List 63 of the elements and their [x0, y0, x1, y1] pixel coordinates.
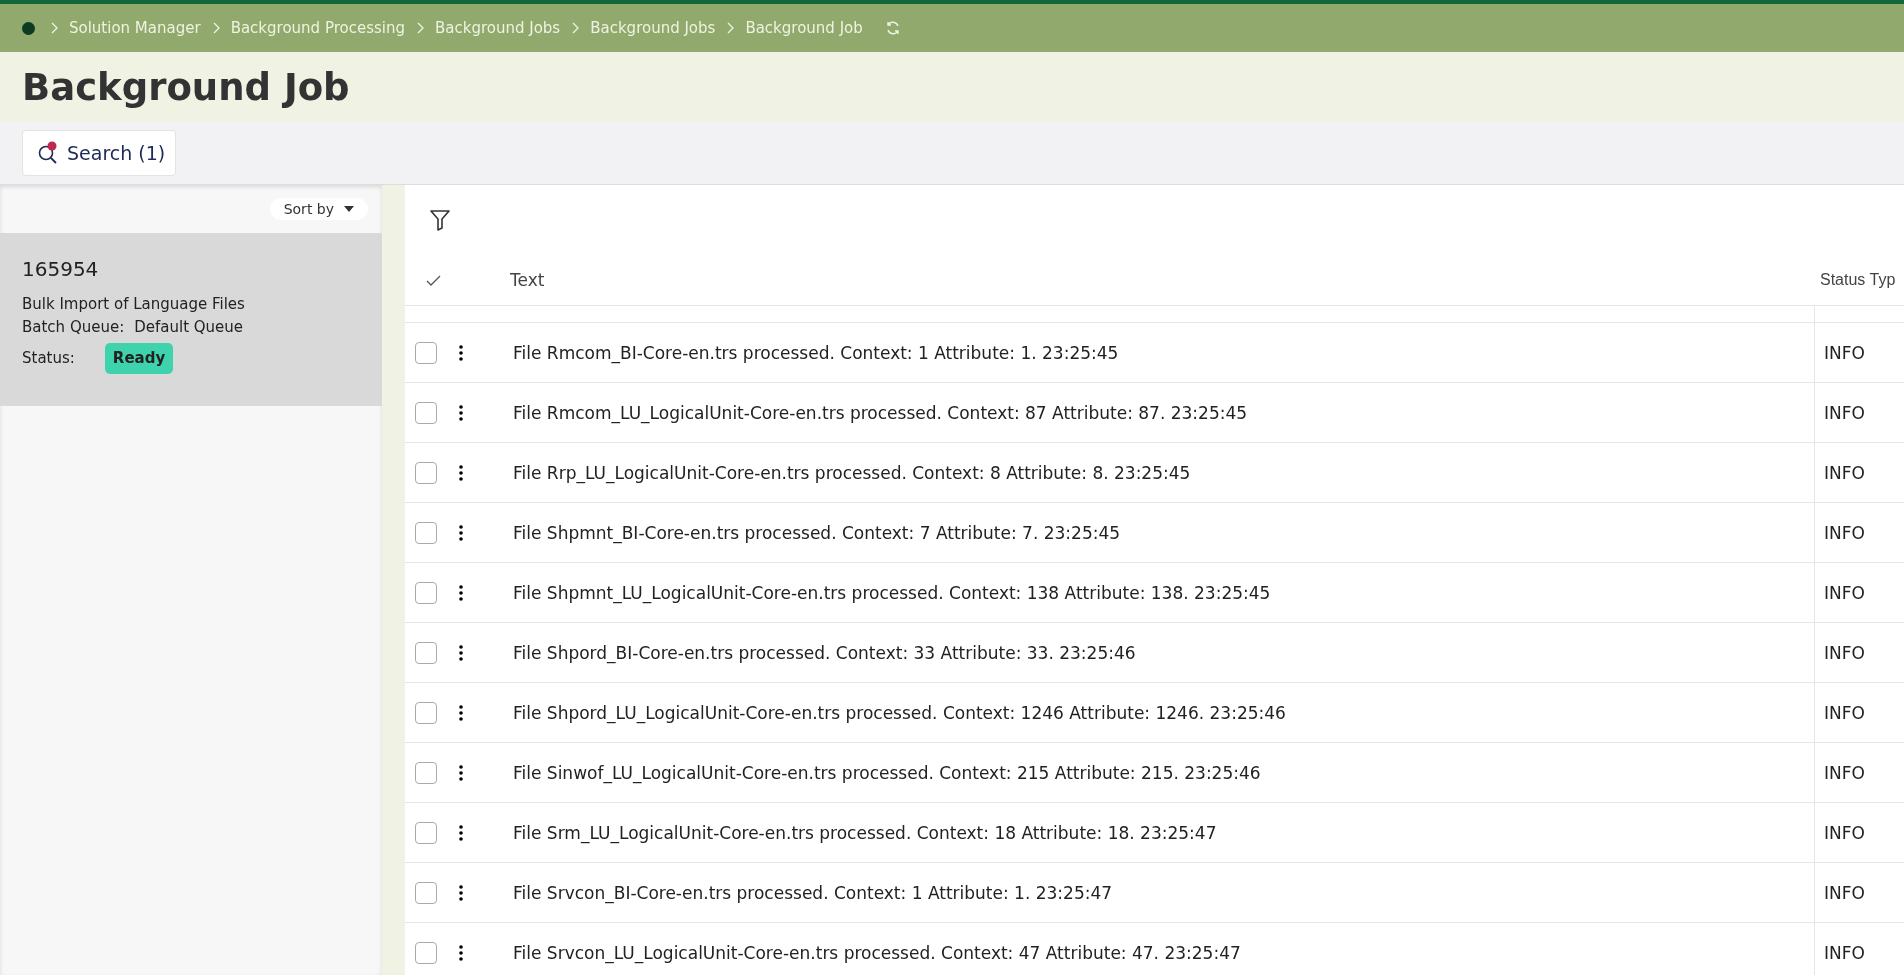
home-icon[interactable] — [22, 21, 35, 35]
row-checkbox[interactable] — [415, 341, 437, 364]
more-options-icon[interactable] — [459, 644, 463, 661]
table-cell-text: File Shpord_LU_LogicalUnit-Core-en.trs processed. Context: 1246 Attribute: 1246. 23:25:46 — [512, 702, 1287, 723]
queue-label: Batch Queue: — [22, 317, 125, 338]
table-cell-text: File Srvcon_LU_LogicalUnit-Core-en.trs processed. Context: 47 Attribute: 47. 23:25:47 — [512, 942, 1242, 963]
table-cell: INFO — [1824, 462, 1865, 483]
row-checkbox[interactable] — [415, 461, 437, 484]
more-options-icon[interactable] — [459, 824, 463, 841]
table-cell: INFO — [1824, 582, 1865, 603]
column-header[interactable]: Text — [510, 270, 1814, 290]
row-checkbox[interactable] — [415, 641, 437, 664]
table-cell: INFO — [1824, 822, 1865, 843]
row-checkbox[interactable] — [415, 401, 437, 424]
column-header[interactable]: Status Typ — [1814, 271, 1904, 289]
caret-icon — [344, 206, 354, 212]
chevron-icon — [570, 22, 581, 34]
table-cell-text: File Shpmnt_LU_LogicalUnit-Core-en.trs processed. Context: 138 Attribute: 138. 23:25:45 — [512, 582, 1272, 603]
more-options-icon[interactable] — [459, 344, 463, 361]
row-checkbox[interactable] — [415, 581, 437, 604]
sort-button[interactable]: Sort by — [269, 198, 368, 220]
table-cell-text: File Sinwof_LU_LogicalUnit-Core-en.trs processed. Context: 215 Attribute: 215. 23:25:46 — [512, 762, 1262, 783]
status-label: Status: — [22, 348, 75, 369]
more-options-icon[interactable] — [459, 524, 463, 541]
row-checkbox[interactable] — [415, 701, 437, 724]
chevron-icon — [415, 22, 425, 34]
search-button[interactable]: Search (1) — [22, 130, 177, 176]
table-cell-text: File Rmcom_BI-Core-en.trs processed. Context: 1 Attribute: 1. 23:25:45 — [512, 342, 1120, 363]
row-checkbox[interactable] — [415, 821, 437, 844]
table-cell: INFO — [1824, 882, 1865, 903]
job-card[interactable]: 165954 Bulk Import of Language Files Batch Queue: Default Queue Status: Ready — [0, 233, 382, 406]
more-options-icon[interactable] — [459, 704, 463, 721]
chevron-icon — [49, 22, 59, 34]
more-options-icon[interactable] — [459, 584, 463, 601]
filter-icon[interactable] — [429, 208, 451, 232]
row-checkbox[interactable] — [415, 761, 437, 784]
table-cell: INFO — [1824, 522, 1865, 543]
row-checkbox[interactable] — [415, 881, 437, 904]
table-cell-text: File Rrp_LU_LogicalUnit-Core-en.trs processed. Context: 8 Attribute: 8. 23:25:45 — [512, 462, 1192, 483]
queue-value: Default Queue — [134, 317, 244, 338]
table-cell-text: File Shpmnt_BI-Core-en.trs processed. Context: 7 Attribute: 7. 23:25:45 — [512, 522, 1122, 543]
table-cell: INFO — [1824, 402, 1865, 423]
table-cell: INFO — [1824, 942, 1865, 963]
table-cell: INFO — [1824, 702, 1865, 723]
table-cell-text: File Shpord_BI-Core-en.trs processed. Context: 33 Attribute: 33. 23:25:46 — [512, 642, 1137, 663]
status-badge: Ready — [104, 343, 174, 374]
table-cell-text: File Rmcom_LU_LogicalUnit-Core-en.trs processed. Context: 87 Attribute: 87. 23:25:45 — [512, 402, 1249, 423]
row-checkbox[interactable] — [415, 521, 437, 544]
table-cell: INFO — [1824, 642, 1865, 663]
more-options-icon[interactable] — [459, 764, 463, 781]
table-cell-text: File Srm_LU_LogicalUnit-Core-en.trs processed. Context: 18 Attribute: 18. 23:25:47 — [512, 822, 1218, 843]
chevron-icon — [725, 22, 736, 34]
row-checkbox[interactable] — [415, 941, 437, 964]
more-options-icon[interactable] — [459, 944, 463, 961]
more-options-icon[interactable] — [459, 404, 463, 421]
table-cell-text: File Srvcon_BI-Core-en.trs processed. Context: 1 Attribute: 1. 23:25:47 — [512, 882, 1114, 903]
job-id: 165954 — [22, 257, 100, 281]
job-description: Bulk Import of Language Files — [22, 294, 245, 315]
table-cell: INFO — [1824, 342, 1865, 363]
more-options-icon[interactable] — [459, 464, 463, 481]
more-options-icon[interactable] — [459, 884, 463, 901]
page-title: Background Job — [21, 64, 351, 111]
table-cell: INFO — [1824, 762, 1865, 783]
